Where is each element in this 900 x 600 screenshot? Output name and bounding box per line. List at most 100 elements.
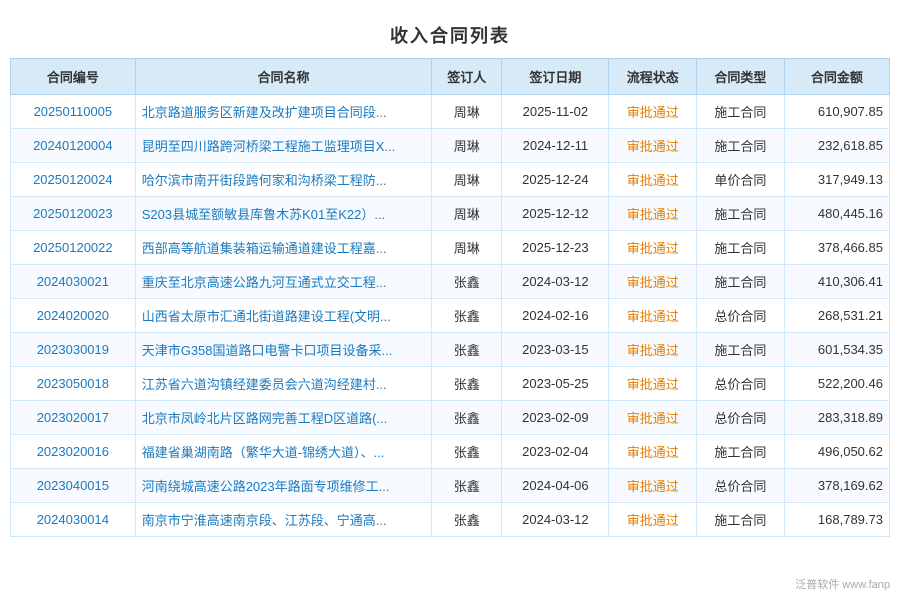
date-cell: 2024-04-06 xyxy=(502,469,609,503)
table-container: 合同编号 合同名称 签订人 签订日期 流程状态 合同类型 合同金额 202501… xyxy=(0,58,900,537)
contract-id-cell[interactable]: 20250120024 xyxy=(11,163,136,197)
type-cell: 施工合同 xyxy=(697,197,785,231)
amount-cell: 610,907.85 xyxy=(784,95,889,129)
status-cell: 审批通过 xyxy=(609,163,697,197)
date-cell: 2025-11-02 xyxy=(502,95,609,129)
contract-name-cell[interactable]: 北京市凤岭北片区路网完善工程D区道路(... xyxy=(135,401,432,435)
signer-cell: 张鑫 xyxy=(432,401,502,435)
contract-table: 合同编号 合同名称 签订人 签订日期 流程状态 合同类型 合同金额 202501… xyxy=(10,58,890,537)
type-cell: 总价合同 xyxy=(697,401,785,435)
amount-cell: 496,050.62 xyxy=(784,435,889,469)
signer-cell: 张鑫 xyxy=(432,265,502,299)
contract-name-cell[interactable]: 天津市G358国道路口电警卡口项目设备采... xyxy=(135,333,432,367)
date-cell: 2025-12-12 xyxy=(502,197,609,231)
status-badge: 审批通过 xyxy=(627,207,679,222)
type-cell: 施工合同 xyxy=(697,435,785,469)
table-row: 2023050018江苏省六道沟镇经建委员会六道沟经建村...张鑫2023-05… xyxy=(11,367,890,401)
contract-id-cell[interactable]: 2023050018 xyxy=(11,367,136,401)
status-badge: 审批通过 xyxy=(627,241,679,256)
col-header-amount: 合同金额 xyxy=(784,59,889,95)
date-cell: 2025-12-24 xyxy=(502,163,609,197)
type-cell: 单价合同 xyxy=(697,163,785,197)
status-cell: 审批通过 xyxy=(609,469,697,503)
amount-cell: 317,949.13 xyxy=(784,163,889,197)
contract-id-cell[interactable]: 2023040015 xyxy=(11,469,136,503)
date-cell: 2025-12-23 xyxy=(502,231,609,265)
amount-cell: 480,445.16 xyxy=(784,197,889,231)
amount-cell: 232,618.85 xyxy=(784,129,889,163)
col-header-date: 签订日期 xyxy=(502,59,609,95)
status-badge: 审批通过 xyxy=(627,275,679,290)
signer-cell: 张鑫 xyxy=(432,503,502,537)
signer-cell: 周琳 xyxy=(432,197,502,231)
type-cell: 施工合同 xyxy=(697,333,785,367)
date-cell: 2024-03-12 xyxy=(502,503,609,537)
table-row: 20250120024哈尔滨市南开街段跨何家和沟桥梁工程防...周琳2025-1… xyxy=(11,163,890,197)
table-header-row: 合同编号 合同名称 签订人 签订日期 流程状态 合同类型 合同金额 xyxy=(11,59,890,95)
status-badge: 审批通过 xyxy=(627,445,679,460)
contract-name-cell[interactable]: 北京路道服务区新建及改扩建项目合同段... xyxy=(135,95,432,129)
date-cell: 2023-02-09 xyxy=(502,401,609,435)
contract-id-cell[interactable]: 20240120004 xyxy=(11,129,136,163)
status-cell: 审批通过 xyxy=(609,435,697,469)
amount-cell: 378,466.85 xyxy=(784,231,889,265)
signer-cell: 周琳 xyxy=(432,231,502,265)
type-cell: 施工合同 xyxy=(697,95,785,129)
amount-cell: 410,306.41 xyxy=(784,265,889,299)
contract-id-cell[interactable]: 20250120022 xyxy=(11,231,136,265)
date-cell: 2023-05-25 xyxy=(502,367,609,401)
table-row: 2023020017北京市凤岭北片区路网完善工程D区道路(...张鑫2023-0… xyxy=(11,401,890,435)
date-cell: 2024-03-12 xyxy=(502,265,609,299)
contract-id-cell[interactable]: 2023020016 xyxy=(11,435,136,469)
type-cell: 施工合同 xyxy=(697,503,785,537)
contract-name-cell[interactable]: 哈尔滨市南开街段跨何家和沟桥梁工程防... xyxy=(135,163,432,197)
amount-cell: 601,534.35 xyxy=(784,333,889,367)
contract-id-cell[interactable]: 2024020020 xyxy=(11,299,136,333)
table-row: 20250110005北京路道服务区新建及改扩建项目合同段...周琳2025-1… xyxy=(11,95,890,129)
date-cell: 2024-02-16 xyxy=(502,299,609,333)
signer-cell: 周琳 xyxy=(432,95,502,129)
table-row: 2024020020山西省太原市汇通北街道路建设工程(文明...张鑫2024-0… xyxy=(11,299,890,333)
table-row: 2023030019天津市G358国道路口电警卡口项目设备采...张鑫2023-… xyxy=(11,333,890,367)
contract-name-cell[interactable]: 山西省太原市汇通北街道路建设工程(文明... xyxy=(135,299,432,333)
signer-cell: 张鑫 xyxy=(432,333,502,367)
amount-cell: 283,318.89 xyxy=(784,401,889,435)
status-cell: 审批通过 xyxy=(609,129,697,163)
contract-id-cell[interactable]: 2023020017 xyxy=(11,401,136,435)
status-badge: 审批通过 xyxy=(627,411,679,426)
status-badge: 审批通过 xyxy=(627,105,679,120)
amount-cell: 378,169.62 xyxy=(784,469,889,503)
status-cell: 审批通过 xyxy=(609,367,697,401)
contract-name-cell[interactable]: 南京市宁淮高速南京段、江苏段、宁通高... xyxy=(135,503,432,537)
signer-cell: 周琳 xyxy=(432,129,502,163)
amount-cell: 268,531.21 xyxy=(784,299,889,333)
status-badge: 审批通过 xyxy=(627,173,679,188)
type-cell: 总价合同 xyxy=(697,469,785,503)
contract-id-cell[interactable]: 2024030021 xyxy=(11,265,136,299)
status-cell: 审批通过 xyxy=(609,401,697,435)
status-cell: 审批通过 xyxy=(609,197,697,231)
status-cell: 审批通过 xyxy=(609,333,697,367)
col-header-signer: 签订人 xyxy=(432,59,502,95)
contract-name-cell[interactable]: 福建省巢湖南路（繁华大道-锦绣大道）、... xyxy=(135,435,432,469)
contract-id-cell[interactable]: 20250120023 xyxy=(11,197,136,231)
contract-id-cell[interactable]: 20250110005 xyxy=(11,95,136,129)
table-row: 20250120022西部高等航道集装箱运输通道建设工程嘉...周琳2025-1… xyxy=(11,231,890,265)
status-badge: 审批通过 xyxy=(627,309,679,324)
contract-name-cell[interactable]: 重庆至北京高速公路九河互通式立交工程... xyxy=(135,265,432,299)
status-badge: 审批通过 xyxy=(627,343,679,358)
contract-id-cell[interactable]: 2023030019 xyxy=(11,333,136,367)
signer-cell: 张鑫 xyxy=(432,367,502,401)
table-row: 2023040015河南绕城高速公路2023年路面专项维修工...张鑫2024-… xyxy=(11,469,890,503)
type-cell: 施工合同 xyxy=(697,129,785,163)
amount-cell: 168,789.73 xyxy=(784,503,889,537)
contract-name-cell[interactable]: 昆明至四川路跨河桥梁工程施工监理项目X... xyxy=(135,129,432,163)
contract-name-cell[interactable]: 河南绕城高速公路2023年路面专项维修工... xyxy=(135,469,432,503)
type-cell: 施工合同 xyxy=(697,265,785,299)
contract-name-cell[interactable]: 江苏省六道沟镇经建委员会六道沟经建村... xyxy=(135,367,432,401)
amount-cell: 522,200.46 xyxy=(784,367,889,401)
contract-name-cell[interactable]: 西部高等航道集装箱运输通道建设工程嘉... xyxy=(135,231,432,265)
contract-id-cell[interactable]: 2024030014 xyxy=(11,503,136,537)
signer-cell: 周琳 xyxy=(432,163,502,197)
contract-name-cell[interactable]: S203县城至额敏县库鲁木苏K01至K22）... xyxy=(135,197,432,231)
